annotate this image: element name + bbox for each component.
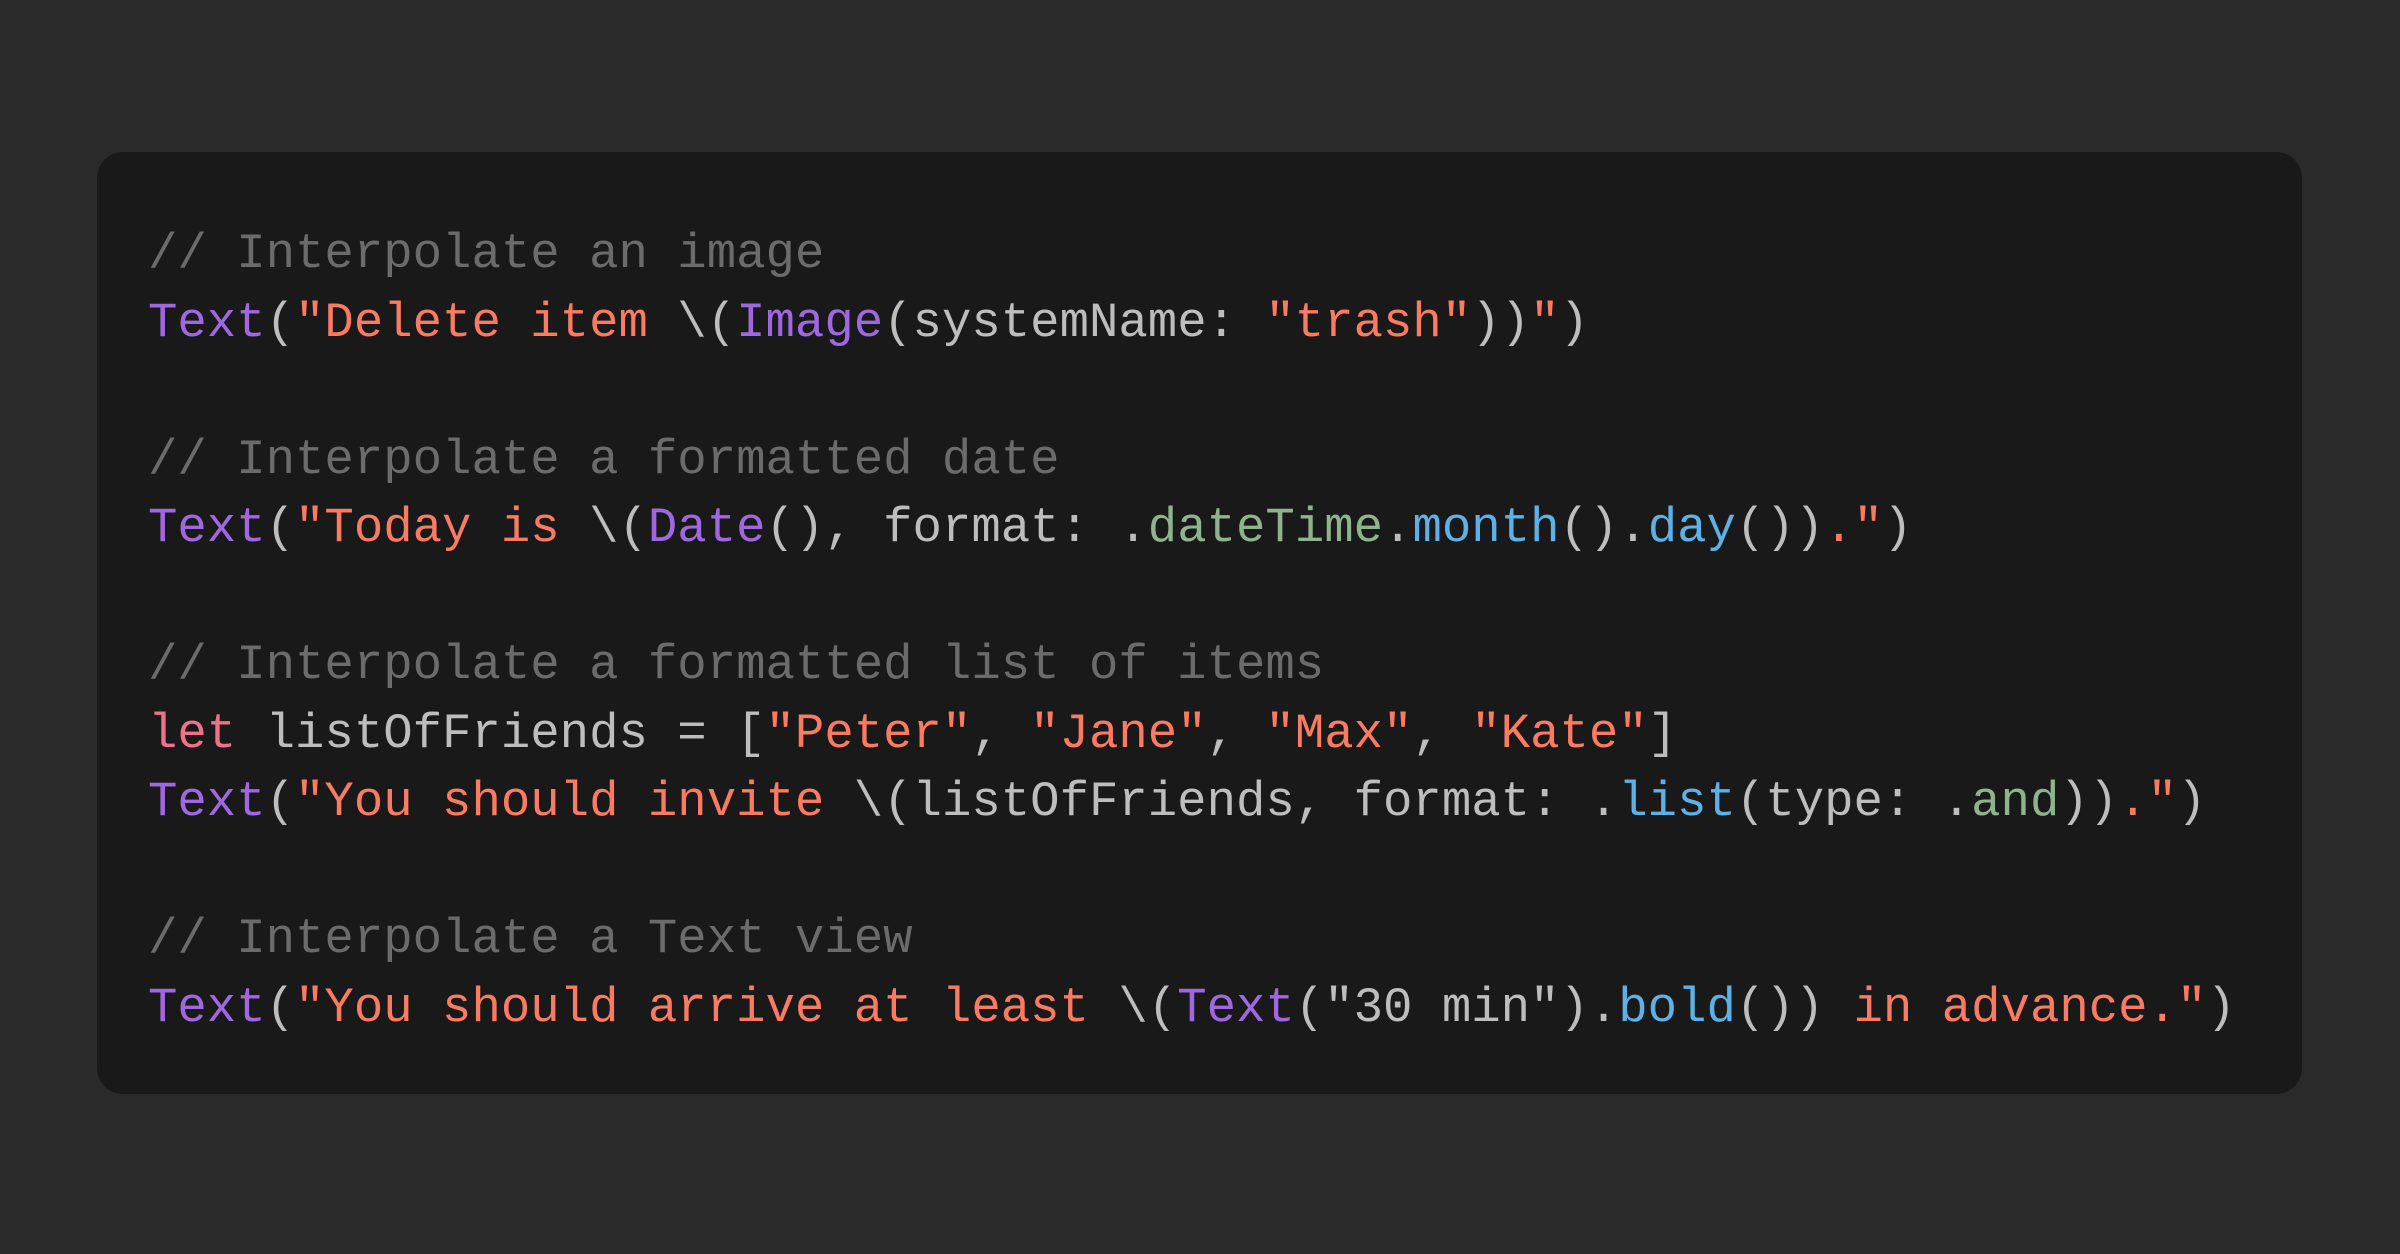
- enum-case: dateTime: [1147, 500, 1384, 556]
- type-name: Text: [148, 979, 266, 1036]
- enum-case: and: [1971, 774, 2060, 830]
- code-text: ()): [1735, 979, 1825, 1036]
- comment-line: // Interpolate an image: [148, 220, 2302, 289]
- code-text: \(: [1118, 979, 1178, 1036]
- code-comment: // Interpolate a formatted date: [148, 431, 1060, 488]
- string-literal: "Kate": [1471, 705, 1648, 762]
- code-text: \(listOfFriends, format: .: [853, 774, 1619, 830]
- code-line: Text("Delete item \(Image(systemName: "t…: [148, 289, 2302, 358]
- code-comment: // Interpolate a Text view: [148, 911, 913, 967]
- string-literal: .": [2118, 774, 2177, 830]
- type-name: Text: [148, 294, 266, 351]
- code-text: \(: [677, 294, 737, 351]
- code-text: ): [2206, 979, 2236, 1036]
- code-card: // Interpolate an image Text("Delete item…: [97, 152, 2302, 1094]
- code-text: listOfFriends = [: [236, 705, 766, 762]
- string-literal: "Today is: [295, 500, 590, 556]
- string-literal: .": [1824, 500, 1883, 556]
- type-name: Text: [148, 500, 266, 556]
- code-text: )): [1471, 294, 1531, 351]
- code-line: let listOfFriends = ["Peter", "Jane", "M…: [148, 700, 2302, 769]
- code-text: ,: [1206, 705, 1266, 762]
- string-literal: "Jane": [1030, 705, 1207, 762]
- code-text: \(: [589, 500, 648, 556]
- code-text: ): [1882, 500, 1913, 556]
- code-text: ]: [1647, 705, 1678, 762]
- code-text: (), format: .: [765, 500, 1148, 556]
- method-name: list: [1618, 774, 1736, 830]
- string-literal: "Max": [1265, 705, 1413, 762]
- type-name: Image: [736, 294, 884, 351]
- code-text: )): [2059, 774, 2119, 830]
- code-line: Text("You should arrive at least \(Text(…: [148, 974, 2302, 1043]
- type-name: Text: [148, 774, 266, 830]
- code-text: (: [265, 294, 296, 351]
- string-literal: "trash": [1265, 294, 1472, 351]
- code-text: ): [1559, 294, 1589, 351]
- code-line: Text("Today is \(Date(), format: .dateTi…: [148, 494, 2302, 563]
- method-name: month: [1412, 500, 1560, 556]
- type-name: Text: [1177, 979, 1295, 1036]
- string-literal: "You should arrive at least: [295, 979, 1119, 1036]
- method-name: day: [1647, 500, 1736, 556]
- code-text: ("30 min").: [1294, 979, 1619, 1036]
- code-comment: // Interpolate a formatted list of items: [148, 637, 1325, 693]
- code-text: (type: .: [1735, 774, 1972, 830]
- code-text: ()): [1735, 500, 1825, 556]
- string-literal: "Peter": [765, 705, 972, 762]
- keyword: let: [148, 705, 237, 762]
- comment-line: // Interpolate a formatted date: [148, 426, 2302, 495]
- method-name: bold: [1618, 979, 1736, 1036]
- string-literal: "Delete item: [295, 294, 678, 351]
- code-comment: // Interpolate an image: [148, 226, 825, 282]
- comment-line: // Interpolate a Text view: [148, 905, 2302, 974]
- code-text: ().: [1559, 500, 1648, 556]
- code-text: ): [2176, 774, 2207, 830]
- comment-line: // Interpolate a formatted list of items: [148, 631, 2302, 700]
- code-block: // Interpolate an image Text("Delete item…: [148, 220, 2302, 1042]
- code-text: (systemName:: [883, 294, 1266, 351]
- code-text: (: [265, 774, 296, 830]
- code-line: Text("You should invite \(listOfFriends,…: [148, 768, 2302, 837]
- code-text: (: [265, 979, 296, 1036]
- string-literal: ": [1530, 294, 1560, 351]
- code-text: ,: [971, 705, 1031, 762]
- string-literal: in advance.": [1824, 979, 2207, 1036]
- type-name: Date: [647, 500, 766, 556]
- code-text: ,: [1412, 705, 1472, 762]
- string-literal: "You should invite: [295, 774, 854, 830]
- code-text: .: [1383, 500, 1413, 556]
- code-text: (: [265, 500, 296, 556]
